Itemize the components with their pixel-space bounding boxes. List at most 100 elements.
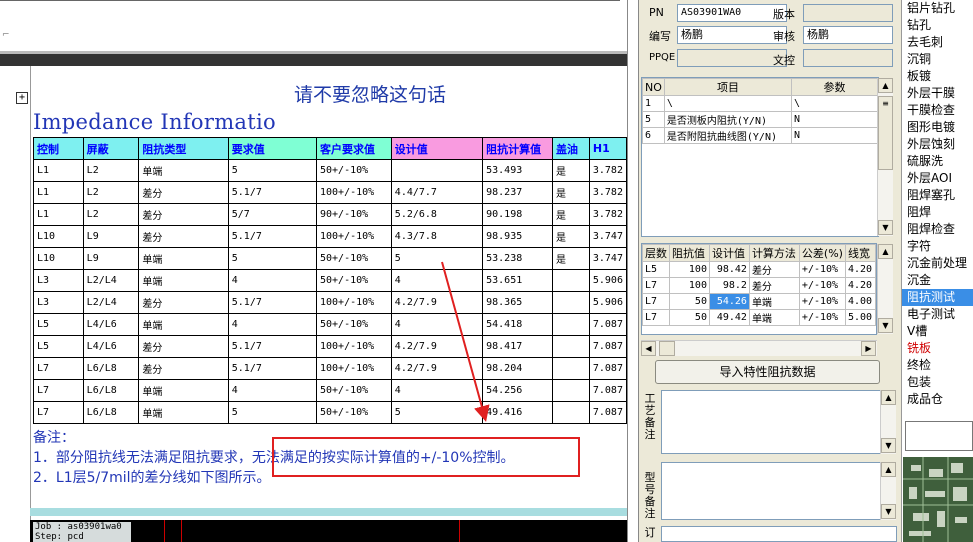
col-header: 公差(%) (798, 244, 846, 262)
process-item[interactable]: 板镀 (902, 68, 973, 85)
cell: 4.20 (844, 277, 876, 294)
process-memo-field[interactable] (661, 390, 881, 454)
params-header-row: NO 项目 参数 (642, 78, 878, 96)
scroll-thumb[interactable]: ≡ (878, 96, 893, 170)
table-row[interactable]: L7 50 49.42 单端 +/-10% 5.00 (642, 309, 876, 326)
col-header: 参数 (791, 78, 878, 96)
scroll-up-icon[interactable]: ▲ (878, 244, 893, 259)
cell: 100 (669, 277, 710, 294)
process-item[interactable]: 字符 (902, 238, 973, 255)
params-grid[interactable]: NO 项目 参数 1 \ \ 5 是否测板内阻抗(Y/N) N 6 是否附阻抗曲… (641, 77, 879, 237)
process-item[interactable]: 钻孔 (902, 17, 973, 34)
review-label: 审核 (773, 30, 795, 43)
process-item[interactable]: 沉金 (902, 272, 973, 289)
scroll-up-icon[interactable]: ▲ (878, 78, 893, 93)
pn-field[interactable]: AS03901WA0 (677, 4, 787, 22)
process-item[interactable]: 阻焊检查 (902, 221, 973, 238)
process-item[interactable]: 沉铜 (902, 51, 973, 68)
process-item[interactable]: 沉金前处理 (902, 255, 973, 272)
process-items: 铝片钻孔 钻孔 去毛刺 沉铜 板镀 外层干膜 干膜检查 图形电镀 外层蚀刻 硫脲洗 外层AOI 阻焊塞… (902, 0, 973, 408)
params-scrollbar[interactable]: ▲ ≡ ▼ (877, 78, 893, 236)
process-item[interactable]: 阻焊 (902, 204, 973, 221)
order-memo-field[interactable] (661, 526, 897, 542)
process-item[interactable]: 铣板 (902, 340, 973, 357)
cell: 54.26 (708, 293, 750, 310)
process-item[interactable]: V槽 (902, 323, 973, 340)
table-row[interactable]: 6 是否附阻抗曲线图(Y/N) N (642, 127, 878, 144)
ppqe-field[interactable] (677, 49, 787, 67)
process-item[interactable]: 阻焊塞孔 (902, 187, 973, 204)
impedance-grid[interactable]: 层数 阻抗值 设计值 计算方法 公差(%) 线宽 L5 100 98.42 差分 +/-… (641, 243, 877, 335)
process-item[interactable]: 终检 (902, 357, 973, 374)
order-memo-label: 订 (644, 526, 656, 539)
process-input[interactable] (905, 421, 973, 451)
cell: +/-10% (798, 309, 846, 326)
imp-hscrollbar[interactable]: ◀ ▶ (641, 340, 877, 356)
col-header: 设计值 (708, 244, 750, 262)
scroll-right-icon[interactable]: ▶ (861, 341, 876, 356)
process-item[interactable]: 去毛刺 (902, 34, 973, 51)
scroll-up-icon[interactable]: ▲ (881, 390, 896, 405)
col-header: 阻抗值 (669, 244, 710, 262)
process-item[interactable]: 外层干膜 (902, 85, 973, 102)
pn-label: PN (649, 6, 664, 19)
cell: 50 (669, 309, 710, 326)
imp-scrollbar[interactable]: ▲ ▼ (877, 244, 893, 334)
cell: 100 (669, 261, 710, 278)
document-view: ⌐ + Impedance Informatio 请不要忽略这句话 控制 屏蔽 … (0, 0, 627, 542)
process-item[interactable]: 图形电镀 (902, 119, 973, 136)
model-memo-scrollbar[interactable]: ▲ ▼ (880, 462, 896, 520)
cell: \ (663, 95, 793, 112)
scroll-down-icon[interactable]: ▼ (881, 438, 896, 453)
process-item[interactable]: 干膜检查 (902, 102, 973, 119)
cell: +/-10% (798, 277, 846, 294)
author-field[interactable]: 杨鹏 (677, 26, 787, 44)
process-item[interactable]: 阻抗测试 (902, 289, 973, 306)
process-item[interactable]: 铝片钻孔 (902, 0, 973, 17)
cell: 4.00 (844, 293, 876, 310)
process-item[interactable]: 成品仓 (902, 391, 973, 408)
cell: 1 (642, 95, 665, 112)
version-field[interactable] (803, 4, 893, 22)
pcb-thumbnail (903, 457, 973, 542)
table-row[interactable]: 5 是否测板内阻抗(Y/N) N (642, 111, 878, 128)
cell: L5 (642, 261, 670, 278)
process-item[interactable]: 硫脲洗 (902, 153, 973, 170)
cell: 5.00 (844, 309, 876, 326)
table-row[interactable]: 1 \ \ (642, 95, 878, 112)
scroll-up-icon[interactable]: ▲ (881, 462, 896, 477)
process-list[interactable]: 铝片钻孔 钻孔 去毛刺 沉铜 板镀 外层干膜 干膜检查 图形电镀 外层蚀刻 硫脲洗 外层AOI 阻焊塞… (901, 0, 973, 542)
process-item[interactable]: 外层AOI (902, 170, 973, 187)
import-impedance-button[interactable]: 导入特性阻抗数据 (655, 360, 880, 384)
cell: N (791, 127, 878, 144)
scroll-down-icon[interactable]: ▼ (878, 318, 893, 333)
col-header: 线宽 (844, 244, 876, 262)
scroll-down-icon[interactable]: ▼ (881, 504, 896, 519)
cell: 98.42 (708, 261, 750, 278)
doc-control-field[interactable] (803, 49, 893, 67)
scroll-down-icon[interactable]: ▼ (878, 220, 893, 235)
cell: 是否测板内阻抗(Y/N) (663, 111, 793, 128)
cell: 49.42 (708, 309, 750, 326)
process-memo-scrollbar[interactable]: ▲ ▼ (880, 390, 896, 454)
table-row[interactable]: L7 50 54.26 单端 +/-10% 4.00 (642, 293, 876, 310)
cell: 50 (669, 293, 710, 310)
model-memo-field[interactable] (661, 462, 881, 520)
cell: 5 (642, 111, 665, 128)
annotation-arrow (441, 261, 490, 422)
process-item[interactable]: 电子测试 (902, 306, 973, 323)
splitter[interactable] (627, 0, 639, 542)
scroll-thumb[interactable] (659, 341, 675, 356)
table-row[interactable]: L5 100 98.42 差分 +/-10% 4.20 (642, 261, 876, 278)
scroll-left-icon[interactable]: ◀ (641, 341, 656, 356)
col-header: NO (642, 78, 665, 96)
imp-header-row: 层数 阻抗值 设计值 计算方法 公差(%) 线宽 (642, 244, 876, 262)
col-header: 项目 (663, 78, 793, 96)
process-item[interactable]: 外层蚀刻 (902, 136, 973, 153)
impedance-grid-body: L5 100 98.42 差分 +/-10% 4.20 L7 100 98.2 差分 +/-10% 4… (642, 261, 876, 326)
table-row[interactable]: L7 100 98.2 差分 +/-10% 4.20 (642, 277, 876, 294)
cell: 4.20 (844, 261, 876, 278)
process-item[interactable]: 包装 (902, 374, 973, 391)
review-field[interactable]: 杨鹏 (803, 26, 893, 44)
cell: 差分 (748, 261, 800, 278)
